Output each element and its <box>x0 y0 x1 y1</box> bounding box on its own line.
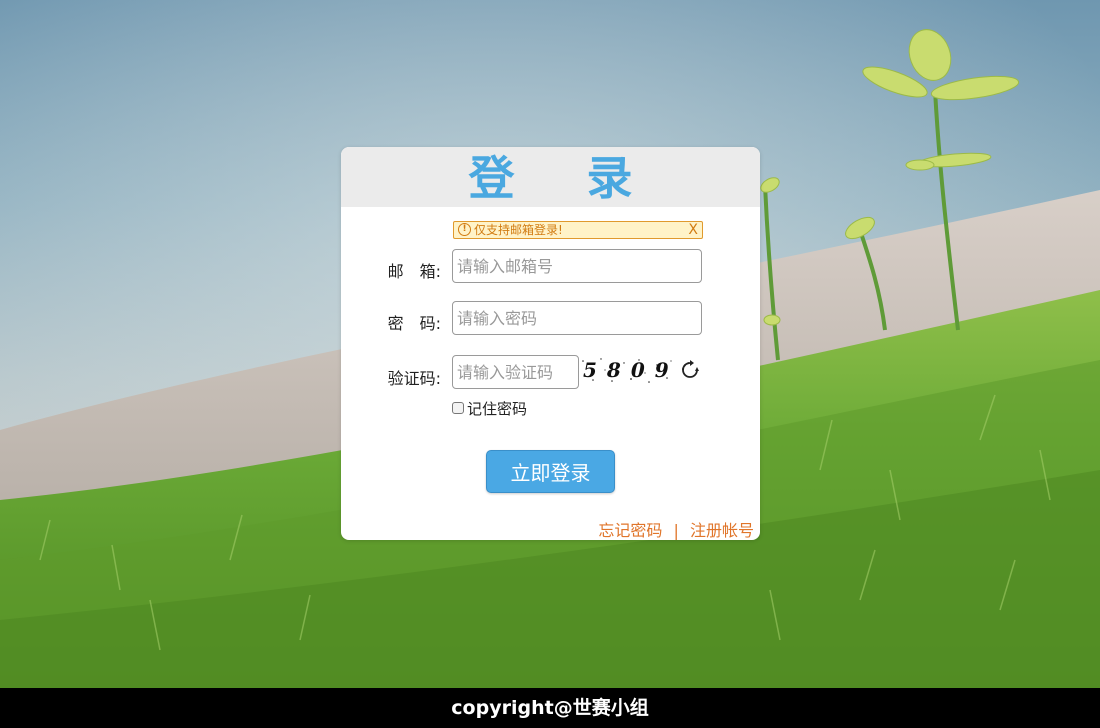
password-input[interactable] <box>452 301 702 335</box>
captcha-code: 5809 <box>583 358 675 382</box>
login-card: 登 录 ! 仅支持邮箱登录! X 邮 箱: 密 码: 验证码: 5809 记住密… <box>341 147 760 540</box>
remember-password-checkbox[interactable]: 记住密码 <box>452 399 528 418</box>
email-input[interactable] <box>452 249 702 283</box>
captcha-image[interactable]: 5809 <box>579 355 675 385</box>
info-icon: ! <box>458 223 471 236</box>
register-link[interactable]: 注册帐号 <box>690 521 754 540</box>
refresh-icon[interactable] <box>678 358 702 382</box>
login-title: 登 录 <box>468 151 661 205</box>
captcha-label: 验证码: <box>387 369 441 388</box>
password-label: 密 码: <box>387 314 441 333</box>
link-separator: | <box>673 521 679 540</box>
login-header: 登 录 <box>341 147 760 207</box>
footer: copyright@世赛小组 <box>0 688 1100 728</box>
captcha-input[interactable] <box>452 355 579 389</box>
copyright-text: copyright@世赛小组 <box>451 697 649 719</box>
notice-text: 仅支持邮箱登录! <box>474 223 563 237</box>
notice-close-button[interactable]: X <box>688 222 698 238</box>
email-label: 邮 箱: <box>387 262 441 281</box>
checkbox-box[interactable] <box>452 402 464 414</box>
login-button[interactable]: 立即登录 <box>486 450 615 493</box>
forgot-password-link[interactable]: 忘记密码 <box>598 521 662 540</box>
notice-banner: ! 仅支持邮箱登录! X <box>453 221 703 239</box>
remember-password-label: 记住密码 <box>467 399 528 418</box>
account-links: 忘记密码 | 注册帐号 <box>598 517 754 540</box>
